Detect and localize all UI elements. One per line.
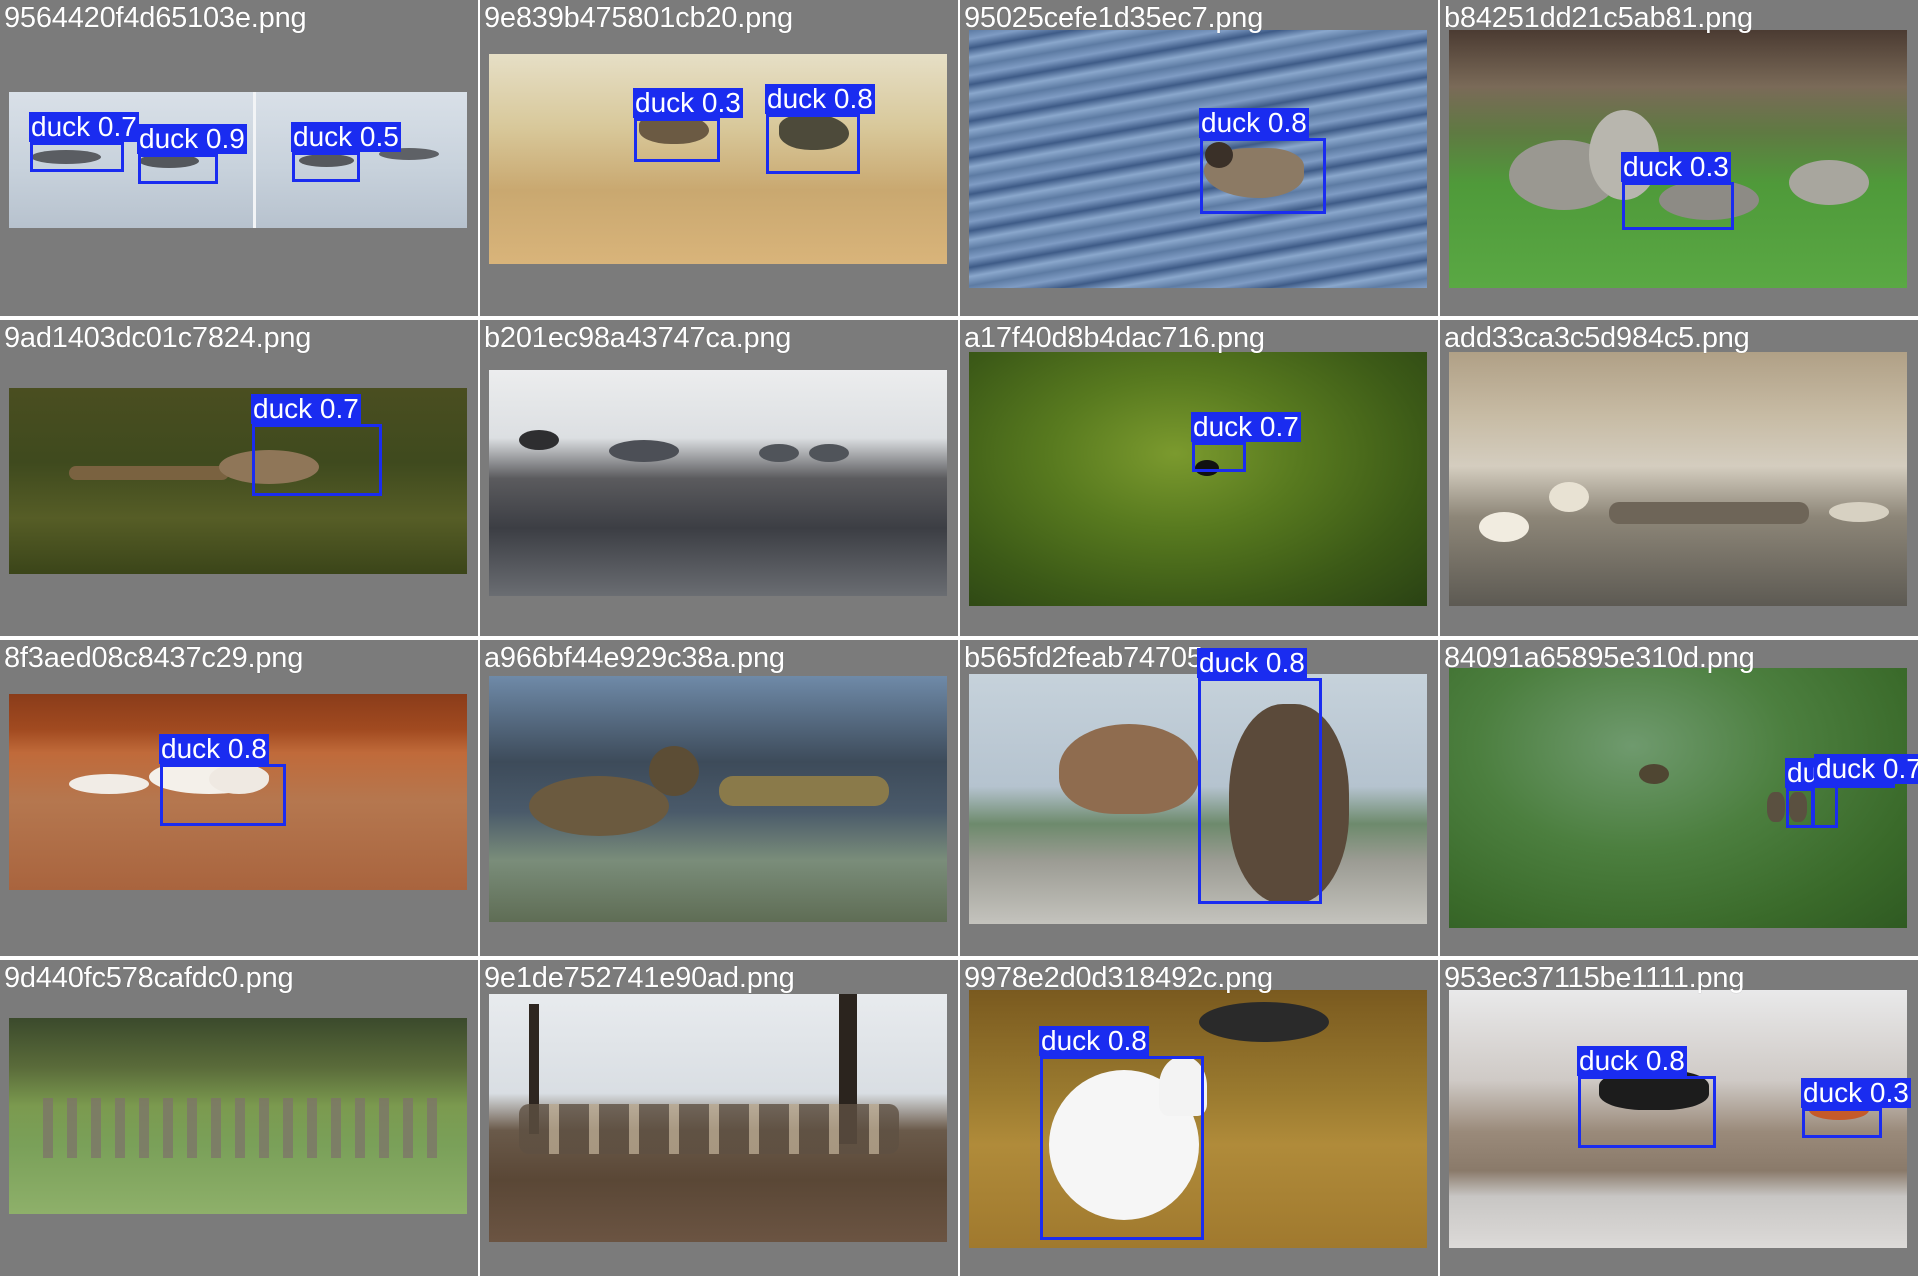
result-tile[interactable]: a17f40d8b4dac716.png duck 0.7 (960, 320, 1438, 636)
detection-box: duck 0.8 (1199, 108, 1326, 214)
detection-label: duck 0.8 (1577, 1045, 1687, 1076)
detection-grid: 9564420f4d65103e.png duck 0.7 duck 0.9 d… (0, 0, 1920, 1280)
result-tile[interactable]: b84251dd21c5ab81.png duck 0.3 (1440, 0, 1918, 316)
detection-box: duck 0.3 (1801, 1078, 1911, 1138)
result-tile[interactable]: 95025cefe1d35ec7.png duck 0.8 (960, 0, 1438, 316)
detection-box: duck 0.8 (159, 734, 286, 826)
detection-label: duck 0.8 (765, 83, 875, 114)
detection-box: duck 0.7 (251, 394, 382, 496)
photo (969, 30, 1427, 288)
detection-label: duck 0.7 (1191, 411, 1301, 442)
detection-label: duck 0.3 (633, 87, 743, 118)
detection-label: duck 0.3 (1801, 1077, 1911, 1108)
filename-label: 9978e2d0d318492c.png (964, 962, 1273, 994)
result-tile[interactable]: 9978e2d0d318492c.png duck 0.8 (960, 960, 1438, 1276)
detection-label: duck 0.3 (1621, 151, 1731, 182)
filename-label: b201ec98a43747ca.png (484, 322, 792, 354)
photo (1449, 352, 1907, 606)
detection-box: duck 0.8 (1197, 648, 1322, 904)
photo (969, 352, 1427, 606)
result-tile[interactable]: 9ad1403dc01c7824.png duck 0.7 (0, 320, 478, 636)
photo (1449, 668, 1907, 928)
filename-label: 8f3aed08c8437c29.png (4, 642, 304, 674)
detection-box: duck 0.8 (765, 84, 875, 174)
detection-box: duck 0.5 (291, 122, 401, 182)
detection-box: duck 0.8 (1039, 1026, 1204, 1240)
detection-box: duck 0.7 (29, 112, 139, 172)
detection-box: duck 0.3 (1621, 152, 1734, 230)
result-tile[interactable]: 9d440fc578cafdc0.png (0, 960, 478, 1276)
detection-box: duck 0.8 (1577, 1046, 1716, 1148)
filename-label: a17f40d8b4dac716.png (964, 322, 1265, 354)
photo (9, 388, 467, 574)
detection-label: duck 0.8 (1039, 1025, 1149, 1056)
result-tile[interactable]: 84091a65895e310d.png duck 0.5 duck 0.7 (1440, 640, 1918, 956)
detection-label: duck 0.8 (1197, 647, 1307, 678)
filename-label: 9d440fc578cafdc0.png (4, 962, 294, 994)
result-tile[interactable]: 8f3aed08c8437c29.png duck 0.8 (0, 640, 478, 956)
result-tile[interactable]: b565fd2feab74705.png duck 0.8 (960, 640, 1438, 956)
photo (489, 676, 947, 922)
result-tile[interactable]: a966bf44e929c38a.png (480, 640, 958, 956)
filename-label: b84251dd21c5ab81.png (1444, 2, 1753, 34)
detection-label: duck 0.7 (29, 111, 139, 142)
result-tile[interactable]: 9564420f4d65103e.png duck 0.7 duck 0.9 d… (0, 0, 478, 316)
detection-box: duck 0.5 (1785, 758, 1895, 828)
result-tile[interactable]: b201ec98a43747ca.png (480, 320, 958, 636)
result-tile[interactable]: 9e1de752741e90ad.png (480, 960, 958, 1276)
result-tile[interactable]: 953ec37115be1111.png duck 0.8 duck 0.3 (1440, 960, 1918, 1276)
photo (489, 370, 947, 596)
detection-box: duck 0.7 (1812, 754, 1918, 828)
detection-label: duck 0.7 (251, 393, 361, 424)
result-tile[interactable]: add33ca3c5d984c5.png (1440, 320, 1918, 636)
filename-label: 9ad1403dc01c7824.png (4, 322, 312, 354)
detection-label: duck 0.8 (159, 733, 269, 764)
detection-label: duck 0.9 (137, 123, 247, 154)
photo (489, 994, 947, 1242)
filename-label: 9564420f4d65103e.png (4, 2, 307, 34)
detection-box: duck 0.7 (1191, 412, 1301, 472)
detection-box: duck 0.3 (633, 88, 743, 162)
photo (9, 1018, 467, 1214)
filename-label: 953ec37115be1111.png (1444, 962, 1745, 994)
filename-label: 84091a65895e310d.png (1444, 642, 1755, 674)
detection-label: duck 0.5 (291, 121, 401, 152)
filename-label: 9e839b475801cb20.png (484, 2, 793, 34)
result-tile[interactable]: 9e839b475801cb20.png duck 0.3 duck 0.8 (480, 0, 958, 316)
filename-label: a966bf44e929c38a.png (484, 642, 785, 674)
detection-label: duck 0.8 (1199, 107, 1309, 138)
filename-label: add33ca3c5d984c5.png (1444, 322, 1750, 354)
filename-label: 95025cefe1d35ec7.png (964, 2, 1264, 34)
detection-box: duck 0.9 (137, 124, 247, 184)
detection-label: duck 0.7 (1814, 754, 1918, 784)
filename-label: 9e1de752741e90ad.png (484, 962, 795, 994)
